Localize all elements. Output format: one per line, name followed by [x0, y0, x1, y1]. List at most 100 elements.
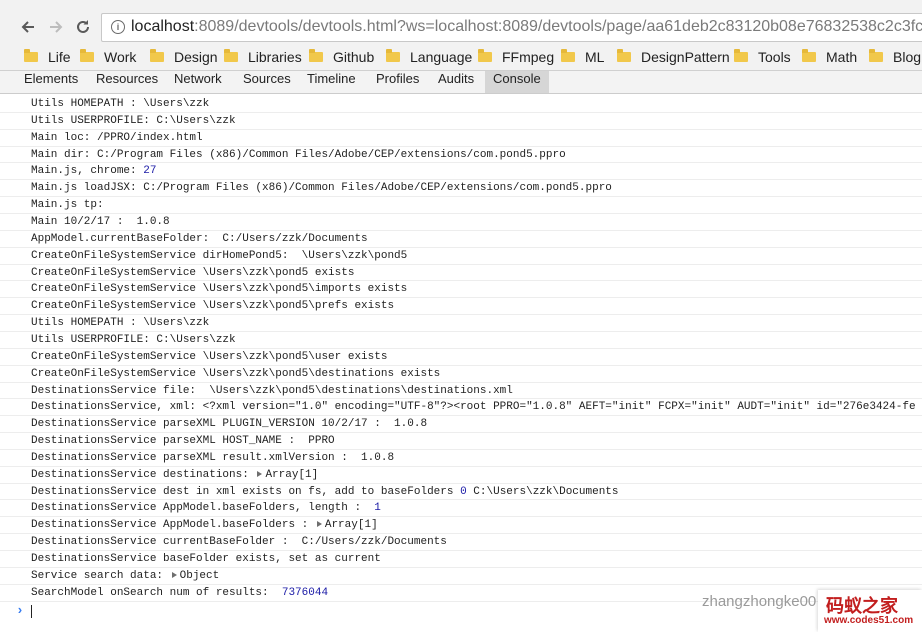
bookmark-tools[interactable]: Tools	[734, 48, 791, 66]
bookmark-ml[interactable]: ML	[561, 48, 604, 66]
message-text: AppModel.currentBaseFolder: C:/Users/zzk…	[31, 232, 368, 245]
disclosure-triangle-icon[interactable]	[257, 470, 263, 477]
object-preview[interactable]: Array[1]	[265, 469, 318, 481]
message-text: Main.js tp:	[31, 199, 104, 212]
console-message: DestinationsService dest in xml exists o…	[31, 484, 922, 500]
message-text: DestinationsService currentBaseFolder : …	[31, 536, 447, 549]
message-text: Utils USERPROFILE: C:\Users\zzk	[31, 114, 236, 127]
object-expander[interactable]: Array[1]	[255, 469, 318, 481]
folder-icon	[617, 49, 631, 62]
back-button[interactable]	[18, 17, 38, 37]
message-text: DestinationsService AppModel.baseFolders…	[31, 502, 375, 515]
tab-profiles[interactable]: Profiles	[376, 71, 419, 93]
bookmark-label: Github	[333, 49, 375, 65]
message-text: CreateOnFileSystemService \Users\zzk\pon…	[31, 300, 395, 313]
bookmark-label: Tools	[758, 49, 791, 65]
disclosure-triangle-icon[interactable]	[171, 571, 177, 578]
message-text: Utils USERPROFILE: C:\Users\zzk	[31, 333, 236, 346]
address-bar[interactable]: i localhost:8089/devtools/devtools.html?…	[101, 13, 922, 42]
console-message: Main dir: C:/Program Files (x86)/Common …	[31, 147, 922, 163]
console-message: DestinationsService, xml: <?xml version=…	[31, 399, 922, 415]
message-text: CreateOnFileSystemService \Users\zzk\pon…	[31, 266, 355, 279]
reload-button[interactable]	[73, 17, 93, 37]
message-text: DestinationsService baseFolder exists, s…	[31, 553, 381, 565]
folder-icon	[478, 49, 492, 62]
console-message: Utils HOMEPATH : \Users\zzk	[31, 96, 922, 112]
console-message: AppModel.currentBaseFolder: C:/Users/zzk…	[31, 231, 922, 247]
bookmark-label: DesignPattern	[641, 49, 730, 65]
tab-network[interactable]: Network	[174, 71, 222, 93]
object-preview[interactable]: Object	[180, 570, 220, 582]
forward-arrow-icon	[50, 21, 63, 33]
folder-icon	[561, 49, 575, 62]
message-text: Utils HOMEPATH : \Users\zzk	[31, 317, 210, 330]
tab-console[interactable]: Console	[485, 71, 549, 93]
browser-toolbar: i localhost:8089/devtools/devtools.html?…	[0, 0, 922, 44]
message-text: Main.js loadJSX: C:/Program Files (x86)/…	[31, 182, 612, 195]
console-message: Utils HOMEPATH : \Users\zzk	[31, 315, 922, 331]
folder-icon	[734, 49, 748, 62]
console-message: Main.js tp:	[31, 197, 922, 213]
bookmark-libraries[interactable]: Libraries	[224, 48, 302, 66]
folder-icon	[802, 49, 816, 62]
site-logo: 码蚁之家 www.codes51.com	[818, 590, 922, 632]
logo-url: www.codes51.com	[824, 615, 914, 626]
tab-audits[interactable]: Audits	[438, 71, 474, 93]
message-text-tail: C:\Users\zzk\Documents	[466, 485, 619, 498]
console-message: DestinationsService destinations: Array[…	[31, 467, 922, 483]
folder-icon	[869, 49, 883, 62]
forward-button[interactable]	[46, 17, 66, 37]
disclosure-triangle-icon[interactable]	[316, 521, 322, 528]
bookmark-label: Blog	[893, 49, 922, 65]
console-message: Utils USERPROFILE: C:\Users\zzk	[31, 113, 922, 129]
folder-icon	[150, 49, 164, 62]
message-text: SearchModel onSearch num of results:	[31, 586, 282, 599]
message-number: 0	[460, 485, 467, 498]
console-message: CreateOnFileSystemService \Users\zzk\pon…	[31, 349, 922, 365]
folder-icon	[24, 49, 38, 62]
url-text[interactable]: localhost:8089/devtools/devtools.html?ws…	[131, 18, 922, 36]
message-text: DestinationsService, xml: <?xml version=…	[31, 401, 916, 414]
bookmark-label: Language	[410, 49, 473, 65]
bookmark-ffmpeg[interactable]: FFmpeg	[478, 48, 554, 66]
back-arrow-icon	[21, 21, 34, 33]
watermark-text: zhangzhongke00	[702, 593, 817, 610]
bookmark-designpattern[interactable]: DesignPattern	[617, 48, 730, 66]
console-panel[interactable]: › Utils HOMEPATH : \Users\zzk Utils USERP…	[0, 94, 922, 632]
bookmark-label: Work	[104, 49, 137, 65]
console-message: CreateOnFileSystemService \Users\zzk\pon…	[31, 281, 922, 297]
message-text: DestinationsService AppModel.baseFolders…	[31, 519, 315, 532]
console-message: Main loc: /PPRO/index.html	[31, 130, 922, 146]
tab-elements[interactable]: Elements	[24, 71, 78, 93]
bookmark-github[interactable]: Github	[309, 48, 374, 66]
object-expander[interactable]: Array[1]	[315, 519, 378, 531]
bookmark-language[interactable]: Language	[386, 48, 472, 66]
console-message: Service search data: Object	[31, 568, 922, 584]
tab-timeline[interactable]: Timeline	[307, 71, 356, 93]
bookmark-design[interactable]: Design	[150, 48, 218, 66]
bookmark-blog[interactable]: Blog	[869, 48, 921, 66]
folder-icon	[386, 49, 400, 62]
console-message: DestinationsService currentBaseFolder : …	[31, 534, 922, 550]
bookmark-math[interactable]: Math	[802, 48, 857, 66]
console-message: DestinationsService AppModel.baseFolders…	[31, 500, 922, 516]
tab-sources[interactable]: Sources	[243, 71, 291, 93]
message-text: DestinationsService destinations:	[31, 468, 256, 481]
info-icon[interactable]: i	[111, 20, 125, 34]
bookmark-label: Design	[174, 49, 218, 65]
console-message: DestinationsService baseFolder exists, s…	[31, 551, 922, 567]
folder-icon	[224, 49, 238, 62]
console-message: Main.js loadJSX: C:/Program Files (x86)/…	[31, 180, 922, 196]
object-preview[interactable]: Array[1]	[325, 519, 378, 531]
console-message: DestinationsService parseXML HOST_NAME :…	[31, 433, 922, 449]
message-text: DestinationsService dest in xml exists o…	[31, 485, 461, 498]
bookmark-work[interactable]: Work	[80, 48, 136, 66]
bookmark-life[interactable]: Life	[24, 48, 71, 66]
tab-resources[interactable]: Resources	[96, 71, 158, 93]
bookmark-label: Life	[48, 49, 71, 65]
console-message: CreateOnFileSystemService \Users\zzk\pon…	[31, 366, 922, 382]
message-text: Main 10/2/17 : 1.0.8	[31, 216, 170, 228]
object-expander[interactable]: Object	[170, 570, 220, 582]
message-text: DestinationsService parseXML result.xmlV…	[31, 451, 395, 464]
console-input-caret[interactable]	[31, 605, 32, 618]
